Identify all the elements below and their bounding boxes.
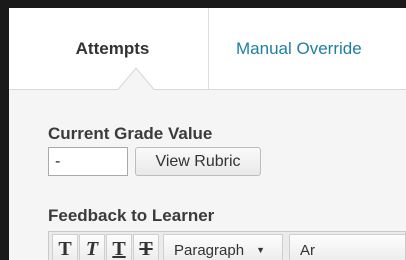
feedback-heading: Feedback to Learner [48,206,215,225]
current-grade-heading: Current Grade Value [48,124,213,143]
view-rubric-button[interactable]: View Rubric [135,147,261,176]
strikethrough-button[interactable]: T [133,234,159,260]
paragraph-format-select[interactable]: Paragraph ▼ [163,234,283,260]
active-tab-pointer-icon [118,67,154,90]
tab-attempts[interactable]: Attempts [9,8,209,89]
editor-toolbar: T T T T Paragraph ▼ Ar [48,231,406,260]
paragraph-format-label: Paragraph [174,242,245,259]
grade-value-input[interactable] [48,147,128,176]
font-family-select[interactable]: Ar [289,234,405,260]
window-frame: Attempts Manual Override Current Grade V… [0,0,406,260]
bold-button[interactable]: T [52,234,78,260]
tab-manual-override-label: Manual Override [236,38,362,58]
tab-manual-override[interactable]: Manual Override [209,8,406,89]
tab-attempts-label: Attempts [75,38,150,58]
frame-border-left [0,0,9,260]
tab-bar: Attempts Manual Override [9,8,406,90]
font-family-label: Ar [300,242,315,259]
chevron-down-icon: ▼ [256,245,265,255]
frame-border-top [0,0,406,8]
italic-button[interactable]: T [79,234,105,260]
grading-panel: Current Grade Value View Rubric Feedback… [9,90,406,260]
underline-button[interactable]: T [106,234,132,260]
